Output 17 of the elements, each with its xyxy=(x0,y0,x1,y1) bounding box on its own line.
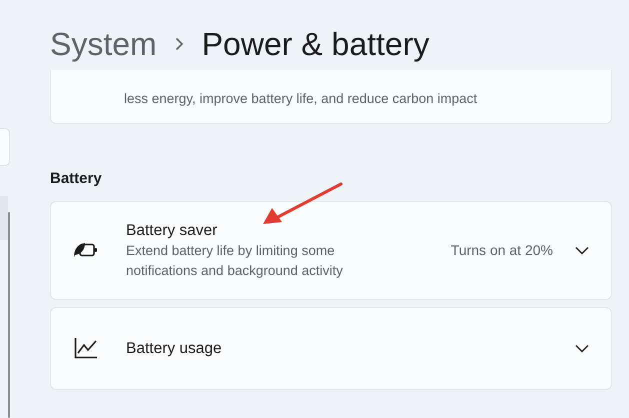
setting-row[interactable]: Battery usage xyxy=(50,306,612,390)
setting-title: Battery usage xyxy=(126,338,223,358)
chevron-icon[interactable] xyxy=(575,344,589,352)
battery-leaf-icon xyxy=(73,241,99,259)
page-title: Power & battery xyxy=(202,28,430,60)
breadcrumb-link[interactable]: System xyxy=(50,28,157,60)
setting-row[interactable]: Battery saver Extend battery life by limiting some notifications and background activity Turns on at 20% xyxy=(50,200,612,300)
chart-icon xyxy=(73,337,99,359)
chevron-icon xyxy=(174,37,184,51)
scrollbar[interactable] xyxy=(8,212,10,418)
setting-description: Extend battery life by limiting some notifications and background activity xyxy=(126,242,344,280)
sidebar-item[interactable] xyxy=(0,196,8,240)
setting-title: Battery saver xyxy=(126,220,218,240)
chevron-icon[interactable] xyxy=(575,246,589,254)
section-heading: Battery xyxy=(50,169,103,189)
setting-value: Turns on at 20% xyxy=(450,240,553,260)
description-text: less energy, improve battery life, and reduce carbon impact xyxy=(124,90,478,108)
